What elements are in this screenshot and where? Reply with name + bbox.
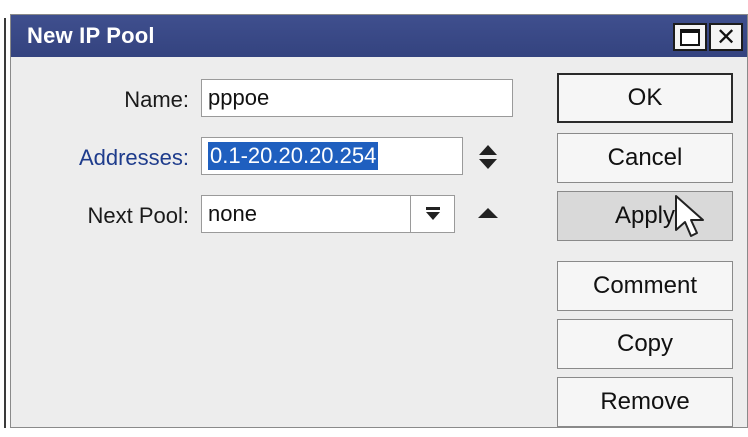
title-bar[interactable]: New IP Pool ✕ (11, 15, 747, 57)
addresses-value: 0.1-20.20.20.254 (208, 142, 379, 170)
up-triangle-icon[interactable] (473, 199, 503, 229)
remove-button[interactable]: Remove (557, 377, 733, 427)
desktop-background (0, 0, 10, 437)
addresses-input[interactable]: 0.1-20.20.20.254 (201, 137, 463, 175)
cancel-button[interactable]: Cancel (557, 133, 733, 183)
next-pool-value: none (208, 201, 257, 226)
mouse-pointer-icon (675, 195, 704, 237)
up-down-arrows-icon[interactable] (473, 141, 503, 173)
background-divider (4, 18, 6, 428)
next-pool-select[interactable]: none (201, 195, 411, 233)
next-pool-label: Next Pool: (87, 203, 190, 228)
ok-button[interactable]: OK (557, 73, 733, 123)
name-label: Name: (124, 87, 189, 112)
comment-button[interactable]: Comment (557, 261, 733, 311)
close-icon: ✕ (715, 23, 737, 51)
maximize-button[interactable] (673, 23, 707, 51)
name-value: pppoe (208, 85, 270, 110)
window-title: New IP Pool (27, 23, 155, 48)
maximize-icon (680, 28, 700, 46)
copy-button[interactable]: Copy (557, 319, 733, 369)
new-ip-pool-dialog: New IP Pool ✕ Name: pppoe Addresses: 0.1… (10, 14, 748, 428)
close-button[interactable]: ✕ (709, 23, 743, 51)
dropdown-arrow-icon (425, 207, 440, 220)
name-input[interactable]: pppoe (201, 79, 513, 117)
next-pool-dropdown-button[interactable] (411, 195, 455, 233)
addresses-label: Addresses: (78, 145, 189, 170)
